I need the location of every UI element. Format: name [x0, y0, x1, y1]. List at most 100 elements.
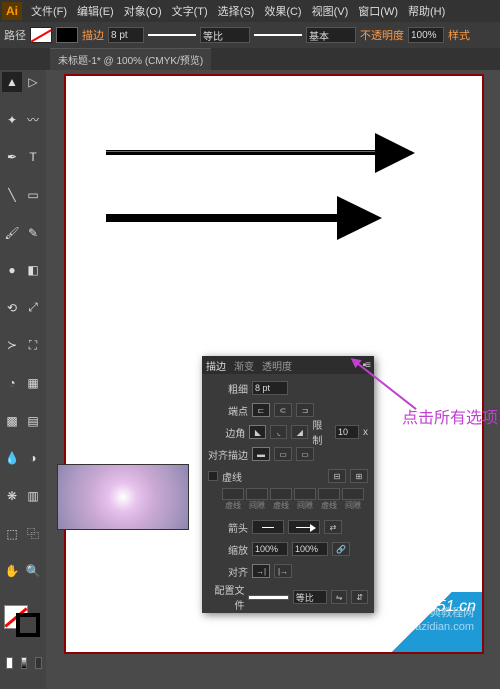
- menu-object[interactable]: 对象(O): [124, 3, 162, 19]
- menu-window[interactable]: 窗口(W): [358, 3, 398, 19]
- arrow-shape[interactable]: [106, 214, 338, 222]
- scale-link-button[interactable]: 🔗: [332, 542, 350, 556]
- profile-preview[interactable]: [248, 595, 288, 600]
- arrowhead-align-label: 对齐: [208, 564, 248, 579]
- slice-tool[interactable]: ⿻: [23, 524, 43, 544]
- profile-flip-x-button[interactable]: ⇋: [331, 590, 348, 604]
- canvas-area[interactable]: 描边 渐变 透明度 ▪≡ 粗细 端点 ⊏ ⊂ ⊐: [46, 70, 500, 689]
- color-mode-icon[interactable]: [6, 657, 13, 669]
- align-inside-button[interactable]: ▭: [274, 447, 292, 461]
- gap-value-2[interactable]: [294, 488, 316, 500]
- magic-wand-tool[interactable]: ✦: [2, 110, 22, 130]
- type-tool[interactable]: T: [23, 147, 43, 167]
- arrowhead-scale-label: 缩放: [208, 542, 248, 557]
- annotation-text: 点击所有选项: [402, 404, 498, 428]
- zoom-tool[interactable]: 🔍: [23, 561, 43, 581]
- miter-limit-input[interactable]: [335, 425, 359, 439]
- scale-tool[interactable]: ⤢: [23, 298, 43, 318]
- cap-round-button[interactable]: ⊂: [274, 403, 292, 417]
- blend-tool[interactable]: ◑: [23, 448, 43, 468]
- artboard[interactable]: 描边 渐变 透明度 ▪≡ 粗细 端点 ⊏ ⊂ ⊐: [64, 74, 484, 654]
- direct-selection-tool[interactable]: ▷: [23, 72, 43, 92]
- panel-tab-stroke[interactable]: 描边: [206, 358, 226, 373]
- style-label[interactable]: 样式: [448, 27, 470, 43]
- menu-type[interactable]: 文字(T): [172, 3, 208, 19]
- menu-view[interactable]: 视图(V): [312, 3, 349, 19]
- panel-tab-gradient[interactable]: 渐变: [234, 358, 254, 373]
- width-tool[interactable]: ≻: [2, 335, 22, 355]
- weight-input[interactable]: [252, 381, 288, 395]
- none-mode-icon[interactable]: [35, 657, 42, 669]
- document-tab[interactable]: 未标题-1* @ 100% (CMYK/预览): [50, 48, 211, 70]
- stroke-label[interactable]: 描边: [82, 27, 104, 43]
- dash-preserve-button[interactable]: ⊟: [328, 469, 346, 483]
- rectangle-tool[interactable]: ▭: [23, 185, 43, 205]
- profile-select[interactable]: [293, 590, 327, 604]
- stroke-preview[interactable]: [148, 34, 196, 36]
- stroke-panel: 描边 渐变 透明度 ▪≡ 粗细 端点 ⊏ ⊂ ⊐: [202, 356, 374, 613]
- dash-label: 虚线: [222, 469, 242, 484]
- blob-brush-tool[interactable]: ●: [2, 260, 22, 280]
- profile-label: 配置文件: [208, 582, 244, 612]
- mesh-tool[interactable]: ▩: [2, 411, 22, 431]
- cap-projecting-button[interactable]: ⊐: [296, 403, 314, 417]
- selection-tool[interactable]: ▲: [2, 72, 22, 92]
- eraser-tool[interactable]: ◧: [23, 260, 43, 280]
- perspective-tool[interactable]: ▦: [23, 373, 43, 393]
- dash-align-button[interactable]: ⊞: [350, 469, 368, 483]
- symbol-sprayer-tool[interactable]: ❋: [2, 486, 22, 506]
- dash-value-3[interactable]: [318, 488, 340, 500]
- scale-end-input[interactable]: [292, 542, 328, 556]
- gap-value-3[interactable]: [342, 488, 364, 500]
- paintbrush-tool[interactable]: 🖌: [2, 223, 22, 243]
- stroke-weight-input[interactable]: [108, 27, 144, 43]
- dash-value-1[interactable]: [222, 488, 244, 500]
- opacity-input[interactable]: [408, 27, 444, 43]
- align-end-button[interactable]: |→: [274, 564, 292, 578]
- align-center-button[interactable]: ▬: [252, 447, 270, 461]
- shape-builder-tool[interactable]: ◔: [2, 373, 22, 393]
- selection-type-label: 路径: [4, 27, 26, 43]
- limit-suffix: x: [363, 427, 368, 438]
- cap-butt-button[interactable]: ⊏: [252, 403, 270, 417]
- artboard-tool[interactable]: ⬚: [2, 524, 22, 544]
- free-transform-tool[interactable]: ⛶: [23, 335, 43, 355]
- eyedropper-tool[interactable]: 💧: [2, 448, 22, 468]
- gradient-tool[interactable]: ▤: [23, 411, 43, 431]
- arrow-shape-selected[interactable]: [106, 150, 376, 155]
- align-tip-button[interactable]: →|: [252, 564, 270, 578]
- menu-effect[interactable]: 效果(C): [264, 3, 301, 19]
- fill-stroke-control[interactable]: [2, 603, 42, 639]
- corner-miter-button[interactable]: ◣: [249, 425, 266, 439]
- lasso-tool[interactable]: 〰: [23, 110, 43, 130]
- arrowhead-swap-button[interactable]: ⇄: [324, 520, 342, 534]
- gradient-mode-icon[interactable]: [21, 657, 28, 669]
- rotate-tool[interactable]: ⟲: [2, 298, 22, 318]
- menu-edit[interactable]: 编辑(E): [77, 3, 114, 19]
- fill-swatch[interactable]: [30, 27, 52, 43]
- brush-preview[interactable]: [254, 34, 302, 36]
- dash-value-2[interactable]: [270, 488, 292, 500]
- stroke-color-icon[interactable]: [16, 613, 40, 637]
- corner-bevel-button[interactable]: ◢: [291, 425, 308, 439]
- align-outside-button[interactable]: ▭: [296, 447, 314, 461]
- menu-select[interactable]: 选择(S): [218, 3, 255, 19]
- variable-width-select[interactable]: [200, 27, 250, 43]
- stroke-swatch[interactable]: [56, 27, 78, 43]
- pencil-tool[interactable]: ✎: [23, 223, 43, 243]
- line-tool[interactable]: ╲: [2, 185, 22, 205]
- graph-tool[interactable]: ▥: [23, 486, 43, 506]
- panel-tab-transparency[interactable]: 透明度: [262, 358, 292, 373]
- brush-select[interactable]: [306, 27, 356, 43]
- hand-tool[interactable]: ✋: [2, 561, 22, 581]
- arrowhead-end-select[interactable]: [288, 520, 320, 534]
- scale-start-input[interactable]: [252, 542, 288, 556]
- menu-help[interactable]: 帮助(H): [408, 3, 445, 19]
- dash-checkbox[interactable]: [208, 471, 218, 481]
- gap-value-1[interactable]: [246, 488, 268, 500]
- pen-tool[interactable]: ✒: [2, 147, 22, 167]
- arrowhead-start-select[interactable]: [252, 520, 284, 534]
- menu-file[interactable]: 文件(F): [31, 3, 67, 19]
- corner-round-button[interactable]: ◟: [270, 425, 287, 439]
- opacity-label[interactable]: 不透明度: [360, 27, 404, 43]
